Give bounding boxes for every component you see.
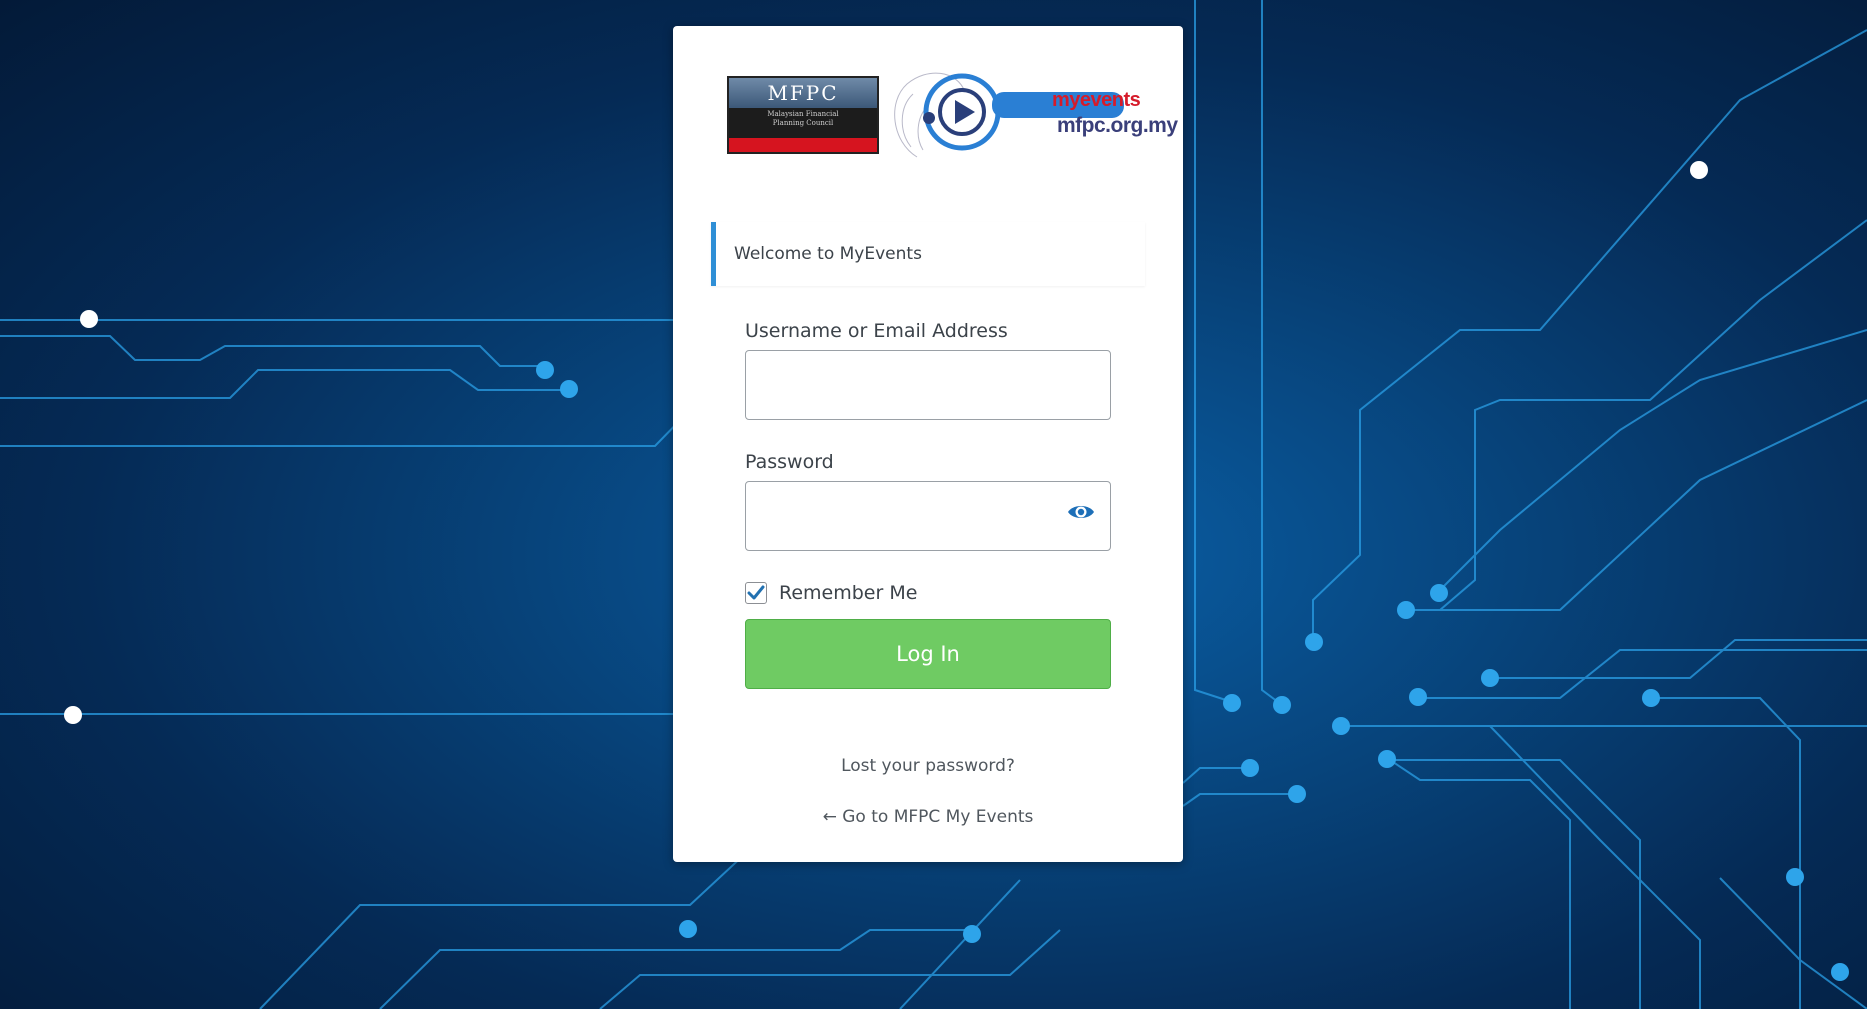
- myevents-wordmark: myevents: [1052, 89, 1141, 111]
- mfpc-logo-subtitle: Malaysian Financial Planning Council: [767, 110, 839, 127]
- password-label: Password: [745, 451, 834, 473]
- login-page: MFPC Malaysian Financial Planning Counci…: [0, 0, 1867, 1009]
- mfpc-logo: MFPC Malaysian Financial Planning Counci…: [727, 76, 879, 154]
- password-input[interactable]: [745, 481, 1111, 551]
- remember-me-label: Remember Me: [779, 582, 918, 604]
- site-logo[interactable]: MFPC Malaysian Financial Planning Counci…: [727, 62, 1178, 182]
- back-to-site-link[interactable]: ← Go to MFPC My Events: [673, 807, 1183, 827]
- mfpc-logo-stripe: [729, 138, 877, 152]
- mfpc-logo-title: MFPC: [729, 78, 877, 108]
- checkmark-icon: [747, 585, 765, 600]
- username-label: Username or Email Address: [745, 320, 1008, 342]
- welcome-message: Welcome to MyEvents: [711, 222, 1145, 286]
- show-password-button[interactable]: [1065, 496, 1097, 528]
- login-button[interactable]: Log In: [745, 619, 1111, 689]
- eye-icon: [1068, 506, 1094, 518]
- remember-me[interactable]: Remember Me: [745, 582, 917, 604]
- lost-password-link[interactable]: Lost your password?: [673, 756, 1183, 776]
- site-domain: mfpc.org.my: [1057, 114, 1178, 137]
- remember-me-checkbox[interactable]: [745, 582, 767, 604]
- username-input[interactable]: [745, 350, 1111, 420]
- login-card: MFPC Malaysian Financial Planning Counci…: [673, 26, 1183, 862]
